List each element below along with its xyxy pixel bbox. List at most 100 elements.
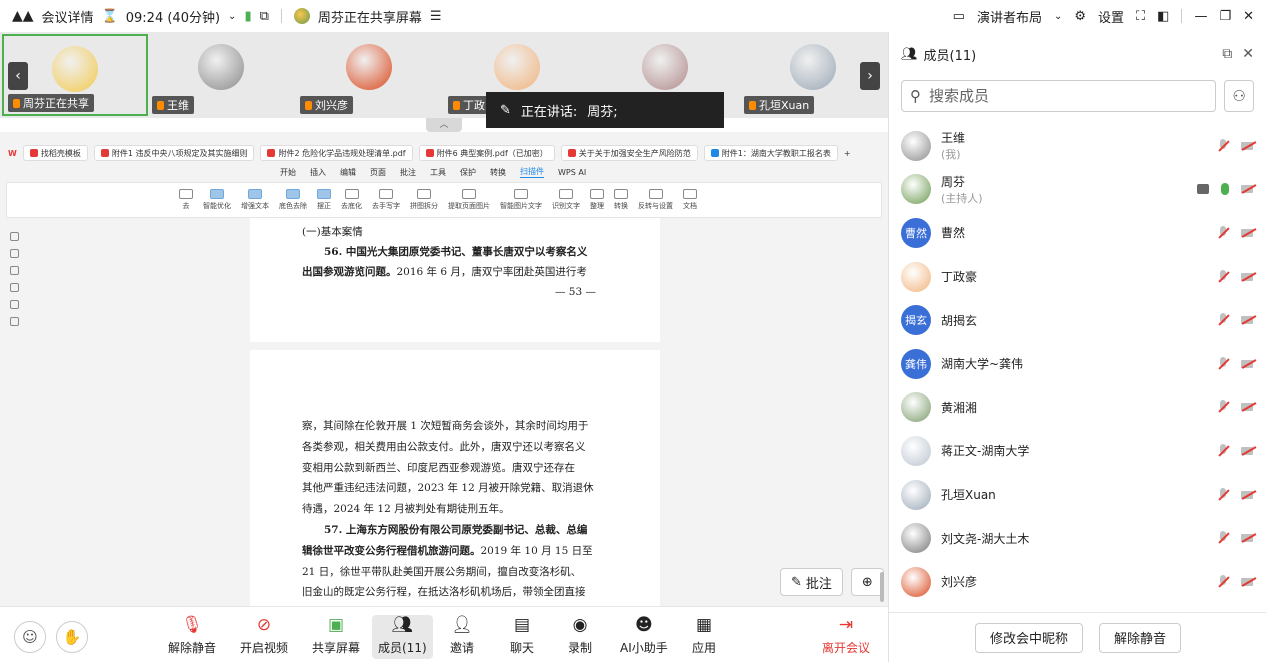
wps-menu-item[interactable]: 转换 — [490, 167, 506, 178]
camera-off-icon[interactable] — [1241, 490, 1255, 500]
camera-off-icon[interactable] — [1241, 577, 1255, 587]
list-item[interactable]: 王维 (我) — [889, 124, 1266, 168]
list-item[interactable]: 黄湘湘 — [889, 386, 1266, 430]
ribbon-button[interactable]: 智能图片文字 — [500, 189, 542, 211]
chevron-down-icon[interactable]: ⌄ — [1054, 11, 1062, 22]
attachment-icon[interactable] — [10, 283, 19, 292]
video-tile[interactable]: 刘兴彦 — [296, 34, 442, 116]
restore-icon[interactable]: ❐ — [1219, 9, 1231, 24]
thumbnail-icon[interactable] — [10, 249, 19, 258]
ribbon-button[interactable]: 转换 — [614, 189, 628, 211]
list-item[interactable]: 龚伟 湖南大学~龚伟 — [889, 342, 1266, 386]
ribbon-button[interactable]: 反转与设置 — [638, 189, 673, 211]
share-screen-button[interactable]: ▣ 共享屏幕 — [312, 615, 360, 656]
ribbon-button[interactable]: 去底化 — [341, 189, 362, 211]
ribbon-button[interactable]: 去手写字 — [372, 189, 400, 211]
camera-off-icon[interactable] — [1241, 272, 1255, 282]
scrollbar[interactable] — [880, 572, 884, 602]
mic-off-icon[interactable] — [1217, 225, 1229, 240]
meeting-time[interactable]: 09:24 (40分钟) — [126, 7, 220, 26]
layout-selector[interactable]: 演讲者布局 — [977, 7, 1042, 26]
start-video-button[interactable]: ⊘ 开启视频 — [240, 615, 288, 656]
ribbon-button[interactable]: 摆正 — [317, 189, 331, 211]
ribbon-button[interactable]: 识别文字 — [552, 189, 580, 211]
camera-off-icon[interactable] — [1241, 359, 1255, 369]
mic-off-icon[interactable] — [1217, 443, 1229, 458]
wps-menu-item[interactable]: 开始 — [280, 167, 296, 178]
external-link-icon[interactable]: ⧉ — [260, 9, 269, 24]
popout-icon[interactable]: ⧉ — [1222, 46, 1232, 62]
list-item[interactable]: 孔垣Xuan — [889, 473, 1266, 517]
wps-menu-item[interactable]: 页面 — [370, 167, 386, 178]
list-item[interactable]: 丁政豪 — [889, 255, 1266, 299]
record-button[interactable]: ◉ 录制 — [568, 615, 592, 656]
mic-off-icon[interactable] — [1217, 138, 1229, 153]
mic-off-icon[interactable] — [1217, 313, 1229, 327]
invite-button[interactable]: 👤︎ 邀请 — [450, 615, 474, 656]
camera-off-icon[interactable] — [1241, 533, 1255, 543]
list-item[interactable]: 周芬 (主持人) — [889, 168, 1266, 212]
layers-icon[interactable] — [10, 317, 19, 326]
camera-off-icon[interactable] — [1241, 315, 1255, 325]
list-item[interactable]: 揭玄 胡揭玄 — [889, 298, 1266, 342]
list-item[interactable]: 刘兴彦 — [889, 560, 1266, 604]
ribbon-button[interactable]: 底色去除 — [279, 189, 307, 211]
zoom-in-button[interactable]: ⊕ — [850, 568, 884, 596]
chat-button[interactable]: ▤ 聊天 — [510, 615, 534, 656]
mic-off-icon[interactable] — [1217, 269, 1229, 284]
wps-menu-item[interactable]: 插入 — [310, 167, 326, 178]
close-icon[interactable]: ✕ — [1243, 9, 1254, 24]
wps-menu-item[interactable]: 工具 — [430, 167, 446, 178]
mic-on-icon[interactable] — [1221, 183, 1229, 196]
unmute-all-button[interactable]: 解除静音 — [1099, 622, 1182, 653]
thumbnails-prev-button[interactable]: ‹ — [8, 62, 28, 90]
fullscreen-icon[interactable]: ⛶ — [1136, 9, 1145, 24]
layout-icon[interactable]: ▭ — [953, 9, 965, 24]
reaction-button[interactable]: ☺ — [14, 621, 46, 653]
collapse-thumbnails-button[interactable]: ︿ — [426, 118, 462, 132]
wps-tab[interactable]: 附件1：湖南大学教职工报名表 — [703, 145, 838, 161]
wps-menu-item[interactable]: 批注 — [400, 167, 416, 178]
wps-tab[interactable]: 附件6 典型案例.pdf（已加密） — [418, 145, 555, 161]
list-item[interactable]: 蒋正文-湖南大学 — [889, 429, 1266, 473]
wps-tab[interactable]: 关于关于加强安全生产风险防范 — [560, 145, 698, 161]
invite-member-button[interactable]: ⚇ — [1224, 80, 1254, 112]
annotate-button[interactable]: ✎ 批注 — [780, 568, 843, 596]
chevron-down-icon[interactable]: ⌄ — [228, 11, 236, 22]
mic-off-icon[interactable] — [1217, 574, 1229, 589]
mic-off-icon[interactable] — [1217, 356, 1229, 371]
sidebar-toggle-icon[interactable]: ◧ — [1157, 9, 1169, 24]
camera-off-icon[interactable] — [1241, 228, 1255, 238]
mic-off-icon[interactable] — [1217, 487, 1229, 502]
pen-icon[interactable] — [10, 300, 19, 309]
camera-off-icon[interactable] — [1241, 184, 1255, 194]
camera-off-icon[interactable] — [1241, 446, 1255, 456]
wps-menu-item[interactable]: 保护 — [460, 167, 476, 178]
ribbon-button[interactable]: 提取页面图片 — [448, 189, 490, 211]
ribbon-button[interactable]: 拼图拆分 — [410, 189, 438, 211]
list-item[interactable]: 曹然 曹然 — [889, 211, 1266, 255]
gear-icon[interactable]: ⚙ — [1074, 9, 1086, 24]
unmute-button[interactable]: 🎙︎ 解除静音 — [168, 615, 216, 656]
rename-button[interactable]: 修改会中昵称 — [974, 622, 1083, 653]
wps-menu-item[interactable]: WPS AI — [558, 168, 586, 177]
mic-off-icon[interactable] — [1217, 400, 1229, 414]
add-tab-icon[interactable]: + — [844, 149, 851, 158]
camera-off-icon[interactable] — [1241, 141, 1255, 151]
mic-off-icon[interactable] — [1217, 531, 1229, 545]
sharing-menu-icon[interactable]: ☰ — [430, 9, 442, 24]
list-item[interactable]: 刘文尧-湖大土木 — [889, 516, 1266, 560]
thumbnails-next-button[interactable]: › — [860, 62, 880, 90]
raise-hand-button[interactable]: ✋ — [56, 621, 88, 653]
camera-off-icon[interactable] — [1241, 402, 1255, 412]
minimize-icon[interactable]: — — [1194, 9, 1207, 24]
wps-tab[interactable]: 附件2 危险化学品违规处理清单.pdf — [260, 145, 413, 161]
apps-button[interactable]: ▦ 应用 — [692, 615, 716, 656]
meeting-details-link[interactable]: 会议详情 — [42, 7, 94, 26]
search-input[interactable] — [929, 87, 1189, 105]
wps-menu-item[interactable]: 编辑 — [340, 167, 356, 178]
settings-button[interactable]: 设置 — [1098, 7, 1124, 26]
members-button[interactable]: 👥︎ 成员(11) — [372, 615, 433, 659]
wps-menu-item-active[interactable]: 扫描件 — [520, 166, 544, 178]
video-tile[interactable]: 王维 — [148, 34, 294, 116]
